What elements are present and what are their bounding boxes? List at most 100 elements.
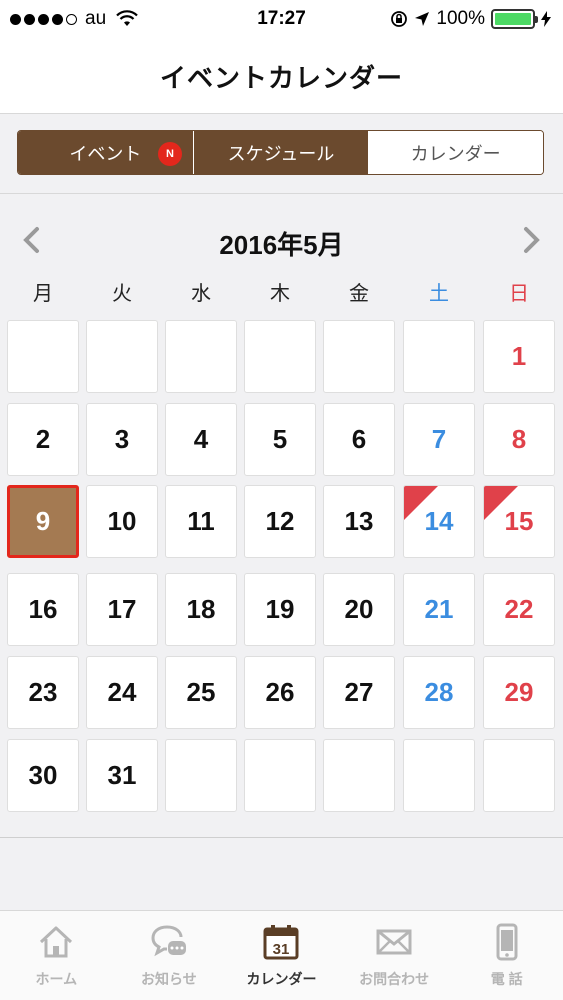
day-cell[interactable]: 28 (403, 656, 475, 729)
month-header: 2016年5月 (0, 215, 563, 265)
day-cell[interactable]: 29 (483, 656, 555, 729)
segment-event[interactable]: イベント N (18, 131, 193, 174)
day-number: 28 (424, 677, 454, 707)
day-cell[interactable]: 10 (86, 485, 158, 558)
day-cell-empty (323, 320, 395, 393)
tab-home[interactable]: ホーム (0, 911, 113, 1000)
day-cell[interactable]: 26 (244, 656, 316, 729)
segment-calendar-label: カレンダー (410, 143, 501, 164)
day-cell[interactable]: 21 (403, 573, 475, 646)
day-cell[interactable]: 5 (244, 403, 316, 476)
weekday-label: 水 (191, 283, 211, 305)
day-number: 21 (424, 594, 454, 624)
day-cell[interactable]: 19 (244, 573, 316, 646)
day-number: 30 (28, 760, 58, 790)
day-number: 1 (511, 341, 527, 371)
day-cell[interactable]: 1 (483, 320, 555, 393)
calendar: 2016年5月 月火水木金土日 1 2 3 4 5 6 7 8 9 10 11 12 13 14 15 16 1… (0, 195, 563, 838)
weekday-label: 火 (112, 283, 132, 305)
tab-phone[interactable]: 電 話 (450, 911, 563, 1000)
day-cell-empty (165, 739, 237, 812)
weekday-header: 月火水木金土日 (0, 277, 563, 307)
calendar-icon-number: 31 (273, 941, 290, 958)
day-cell-empty (244, 320, 316, 393)
day-cell[interactable]: 24 (86, 656, 158, 729)
chevron-right-icon[interactable] (515, 225, 545, 255)
day-cell-today[interactable]: 9 (7, 485, 79, 558)
day-number: 8 (511, 424, 527, 454)
tab-calendar[interactable]: 31 カレンダー (225, 911, 338, 1000)
day-number: 20 (344, 594, 374, 624)
status-right: 100% (390, 8, 551, 30)
weekday-label: 月 (33, 283, 53, 305)
day-number: 17 (107, 594, 137, 624)
day-cell-empty (7, 320, 79, 393)
day-cell-empty (483, 739, 555, 812)
day-number: 12 (265, 506, 295, 536)
battery-percent: 100% (436, 8, 485, 29)
weekday-label: 金 (349, 283, 369, 305)
tab-news[interactable]: お知らせ (113, 911, 226, 1000)
day-number: 25 (186, 677, 216, 707)
segment-schedule-label: スケジュール (227, 143, 335, 164)
day-number: 26 (265, 677, 295, 707)
weekday-label: 木 (270, 283, 290, 305)
day-number: 24 (107, 677, 137, 707)
day-cell-empty (244, 739, 316, 812)
day-number: 13 (344, 506, 374, 536)
tab-contact[interactable]: お問合わせ (338, 911, 451, 1000)
day-number: 6 (351, 424, 367, 454)
day-number: 16 (28, 594, 58, 624)
day-cell[interactable]: 6 (323, 403, 395, 476)
day-cell[interactable]: 4 (165, 403, 237, 476)
day-number: 3 (114, 424, 130, 454)
day-cell[interactable]: 3 (86, 403, 158, 476)
day-number: 15 (504, 506, 534, 536)
battery-icon (491, 9, 538, 29)
day-cell[interactable]: 31 (86, 739, 158, 812)
day-cell[interactable]: 15 (483, 485, 555, 558)
day-number: 4 (193, 424, 209, 454)
day-cell[interactable]: 25 (165, 656, 237, 729)
day-cell[interactable]: 8 (483, 403, 555, 476)
day-cell[interactable]: 11 (165, 485, 237, 558)
day-cell[interactable]: 2 (7, 403, 79, 476)
battery-fill (495, 13, 531, 25)
day-cell-empty (86, 320, 158, 393)
charging-bolt-icon (541, 11, 551, 27)
tab-home-label: ホーム (35, 971, 78, 987)
day-number: 23 (28, 677, 58, 707)
day-cell-empty (323, 739, 395, 812)
day-cell[interactable]: 23 (7, 656, 79, 729)
day-cell[interactable]: 14 (403, 485, 475, 558)
mail-icon (376, 929, 412, 955)
day-cell[interactable]: 18 (165, 573, 237, 646)
day-cell[interactable]: 22 (483, 573, 555, 646)
day-cell[interactable]: 13 (323, 485, 395, 558)
weekday-label: 土 (429, 283, 449, 305)
day-number: 5 (272, 424, 288, 454)
day-number: 18 (186, 594, 216, 624)
day-cell[interactable]: 17 (86, 573, 158, 646)
day-cell[interactable]: 27 (323, 656, 395, 729)
segment-calendar[interactable]: カレンダー (368, 131, 543, 174)
day-cell[interactable]: 7 (403, 403, 475, 476)
day-number: 10 (107, 506, 137, 536)
day-cell[interactable]: 30 (7, 739, 79, 812)
day-cell[interactable]: 12 (244, 485, 316, 558)
home-icon (40, 926, 73, 958)
day-number: 22 (504, 594, 534, 624)
segment-event-label: イベント (69, 143, 142, 164)
segment-schedule[interactable]: スケジュール (192, 131, 369, 174)
day-number: 7 (431, 424, 447, 454)
day-number: 27 (344, 677, 374, 707)
calendar-icon: 31 (263, 925, 299, 960)
weekday-label: 日 (509, 283, 529, 305)
day-number: 29 (504, 677, 534, 707)
day-cell[interactable]: 20 (323, 573, 395, 646)
navigation-bar: イベントカレンダー (0, 40, 563, 114)
day-number: 9 (35, 506, 51, 536)
day-cell[interactable]: 16 (7, 573, 79, 646)
phone-icon (496, 923, 518, 961)
day-number: 31 (107, 760, 137, 790)
